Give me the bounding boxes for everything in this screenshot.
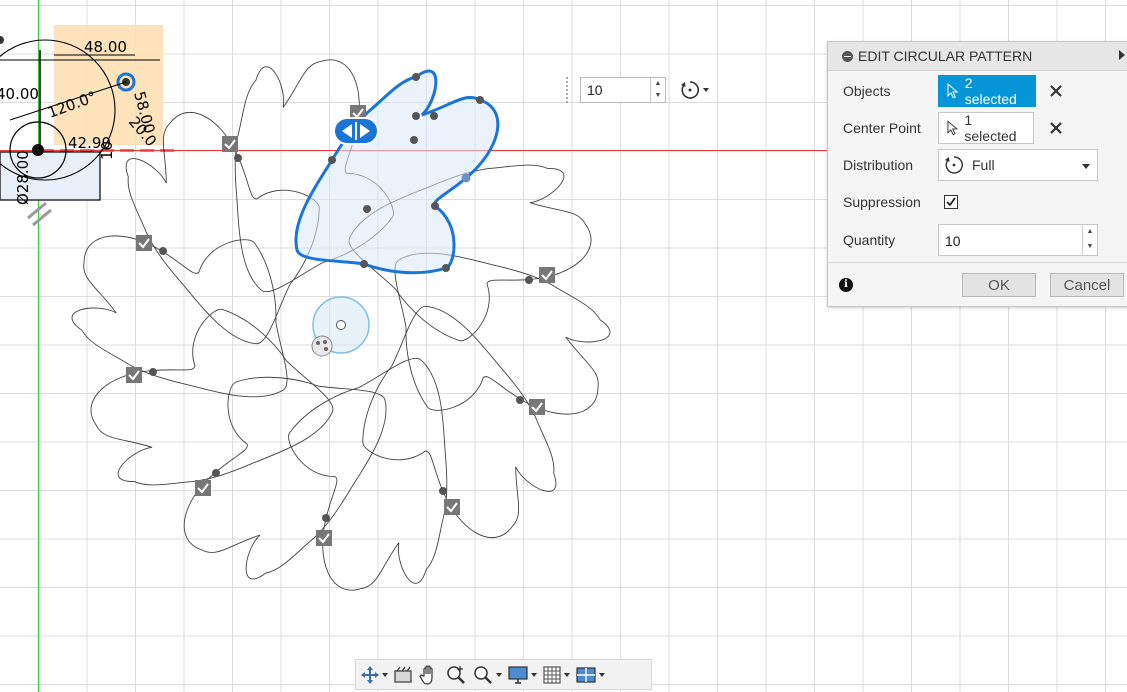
profile-vertex[interactable] [412,73,420,81]
drag-grip-icon[interactable] [566,77,574,103]
distribution-label: Distribution [843,157,914,173]
dialog-header[interactable]: EDIT CIRCULAR PATTERN [828,42,1127,71]
expand-arrow-icon[interactable] [1119,50,1125,60]
profile-vertex[interactable] [360,260,368,268]
profile-vertex[interactable] [412,112,420,120]
orbit-button[interactable] [360,662,388,688]
center-point[interactable] [32,144,44,156]
look-at-icon [394,666,412,683]
quantity-stepper[interactable]: ▲ ▼ [1082,225,1097,255]
floating-quantity-widget: ▲ ▼ [566,77,718,103]
profile-vertex[interactable] [476,96,484,104]
suppression-label: Suppression [843,194,921,210]
chevron-down-icon [531,672,537,677]
quantity-label: Quantity [843,232,896,248]
navigation-toolbar [355,659,652,690]
profile-vertex[interactable] [430,112,438,120]
grid-snap-button[interactable] [542,662,570,688]
objects-label: Objects [843,83,891,99]
profile-vertex[interactable] [328,156,336,164]
zoom-button[interactable] [445,662,467,688]
ok-button[interactable]: OK [962,273,1036,297]
viewports-button[interactable] [575,662,605,688]
center-point-row: Center Point 1 selected [828,111,1127,145]
center-point-manipulator[interactable] [311,296,370,357]
profile-vertex[interactable] [410,136,418,144]
checkmark-icon [946,197,956,207]
objects-row: Objects 2 selected [828,74,1127,108]
suppression-row: Suppression [828,185,1127,219]
cancel-button[interactable]: Cancel [1050,273,1124,297]
base-sketch[interactable]: 48.00 40.00 120.0° 42.90 Ø28.00 58.00 20… [0,25,163,227]
chevron-down-icon [703,88,709,92]
pattern-center-icon[interactable] [311,335,333,357]
chevron-down-icon [599,672,605,677]
quantity-input[interactable] [943,232,1077,250]
spin-up-icon[interactable]: ▲ [651,78,665,90]
quantity-spinner[interactable]: ▲ ▼ [650,78,665,102]
chevron-down-icon [1082,164,1090,169]
orbit-icon [361,665,379,684]
floating-quantity-input[interactable] [585,81,649,99]
fit-button[interactable] [472,662,502,688]
fit-icon [474,665,492,684]
selected-profile[interactable] [294,69,500,275]
cursor-arrow-icon [947,83,959,99]
flip-direction-icon[interactable] [333,117,379,145]
profile-vertex[interactable] [442,264,450,272]
center-point-value: 1 selected [964,112,1017,144]
look-at-button[interactable] [393,662,413,688]
suppression-checkbox[interactable] [944,195,958,209]
quantity-row: Quantity ▲ ▼ [828,223,1127,257]
clear-objects-icon[interactable] [1048,83,1064,99]
collapse-icon[interactable] [842,50,853,62]
objects-select-button[interactable]: 2 selected [938,75,1036,107]
dialog-title: EDIT CIRCULAR PATTERN [858,48,1033,64]
dimension-label[interactable]: Ø28.00 [14,150,32,205]
spin-down-icon[interactable]: ▼ [651,90,665,102]
display-settings-button[interactable] [507,662,537,688]
distribution-dropdown[interactable] [680,77,718,103]
dimension-label[interactable]: 48.00 [84,38,127,56]
chevron-down-icon [564,672,570,677]
dialog-footer: i OK Cancel [828,262,1127,307]
clear-center-point-icon[interactable] [1048,120,1064,136]
profile-vertex[interactable] [431,202,439,210]
pan-button[interactable] [418,662,440,688]
floating-quantity-field[interactable]: ▲ ▼ [580,77,666,103]
chevron-down-icon [382,672,388,677]
center-point-label: Center Point [843,120,921,136]
distribution-select[interactable]: Full [938,149,1098,181]
spin-up-icon[interactable]: ▲ [1083,225,1097,240]
info-icon[interactable]: i [839,278,853,292]
grid-snap-icon [543,665,561,684]
dimension-label[interactable]: 40.00 [0,85,39,103]
objects-value: 2 selected [964,75,1017,107]
zoom-icon [447,665,465,684]
chevron-down-icon [496,672,502,677]
display-settings-icon [508,665,528,684]
viewports-icon [576,666,596,683]
circular-distribution-icon [681,81,700,99]
profile-vertex[interactable] [363,205,371,213]
circular-distribution-icon [945,156,963,174]
pan-icon [419,664,433,685]
dimension-label[interactable]: 10 [98,141,116,160]
profile-vertex[interactable] [461,173,471,183]
cursor-arrow-icon [947,120,959,136]
spin-down-icon[interactable]: ▼ [1083,240,1097,255]
distribution-value: Full [972,157,995,173]
edit-circular-pattern-dialog: EDIT CIRCULAR PATTERN Objects 2 selected… [827,41,1127,307]
sketch-point[interactable] [0,36,4,44]
quantity-field[interactable]: ▲ ▼ [938,224,1098,256]
center-point-select-button[interactable]: 1 selected [938,112,1034,144]
distribution-row: Distribution Full [828,148,1127,182]
